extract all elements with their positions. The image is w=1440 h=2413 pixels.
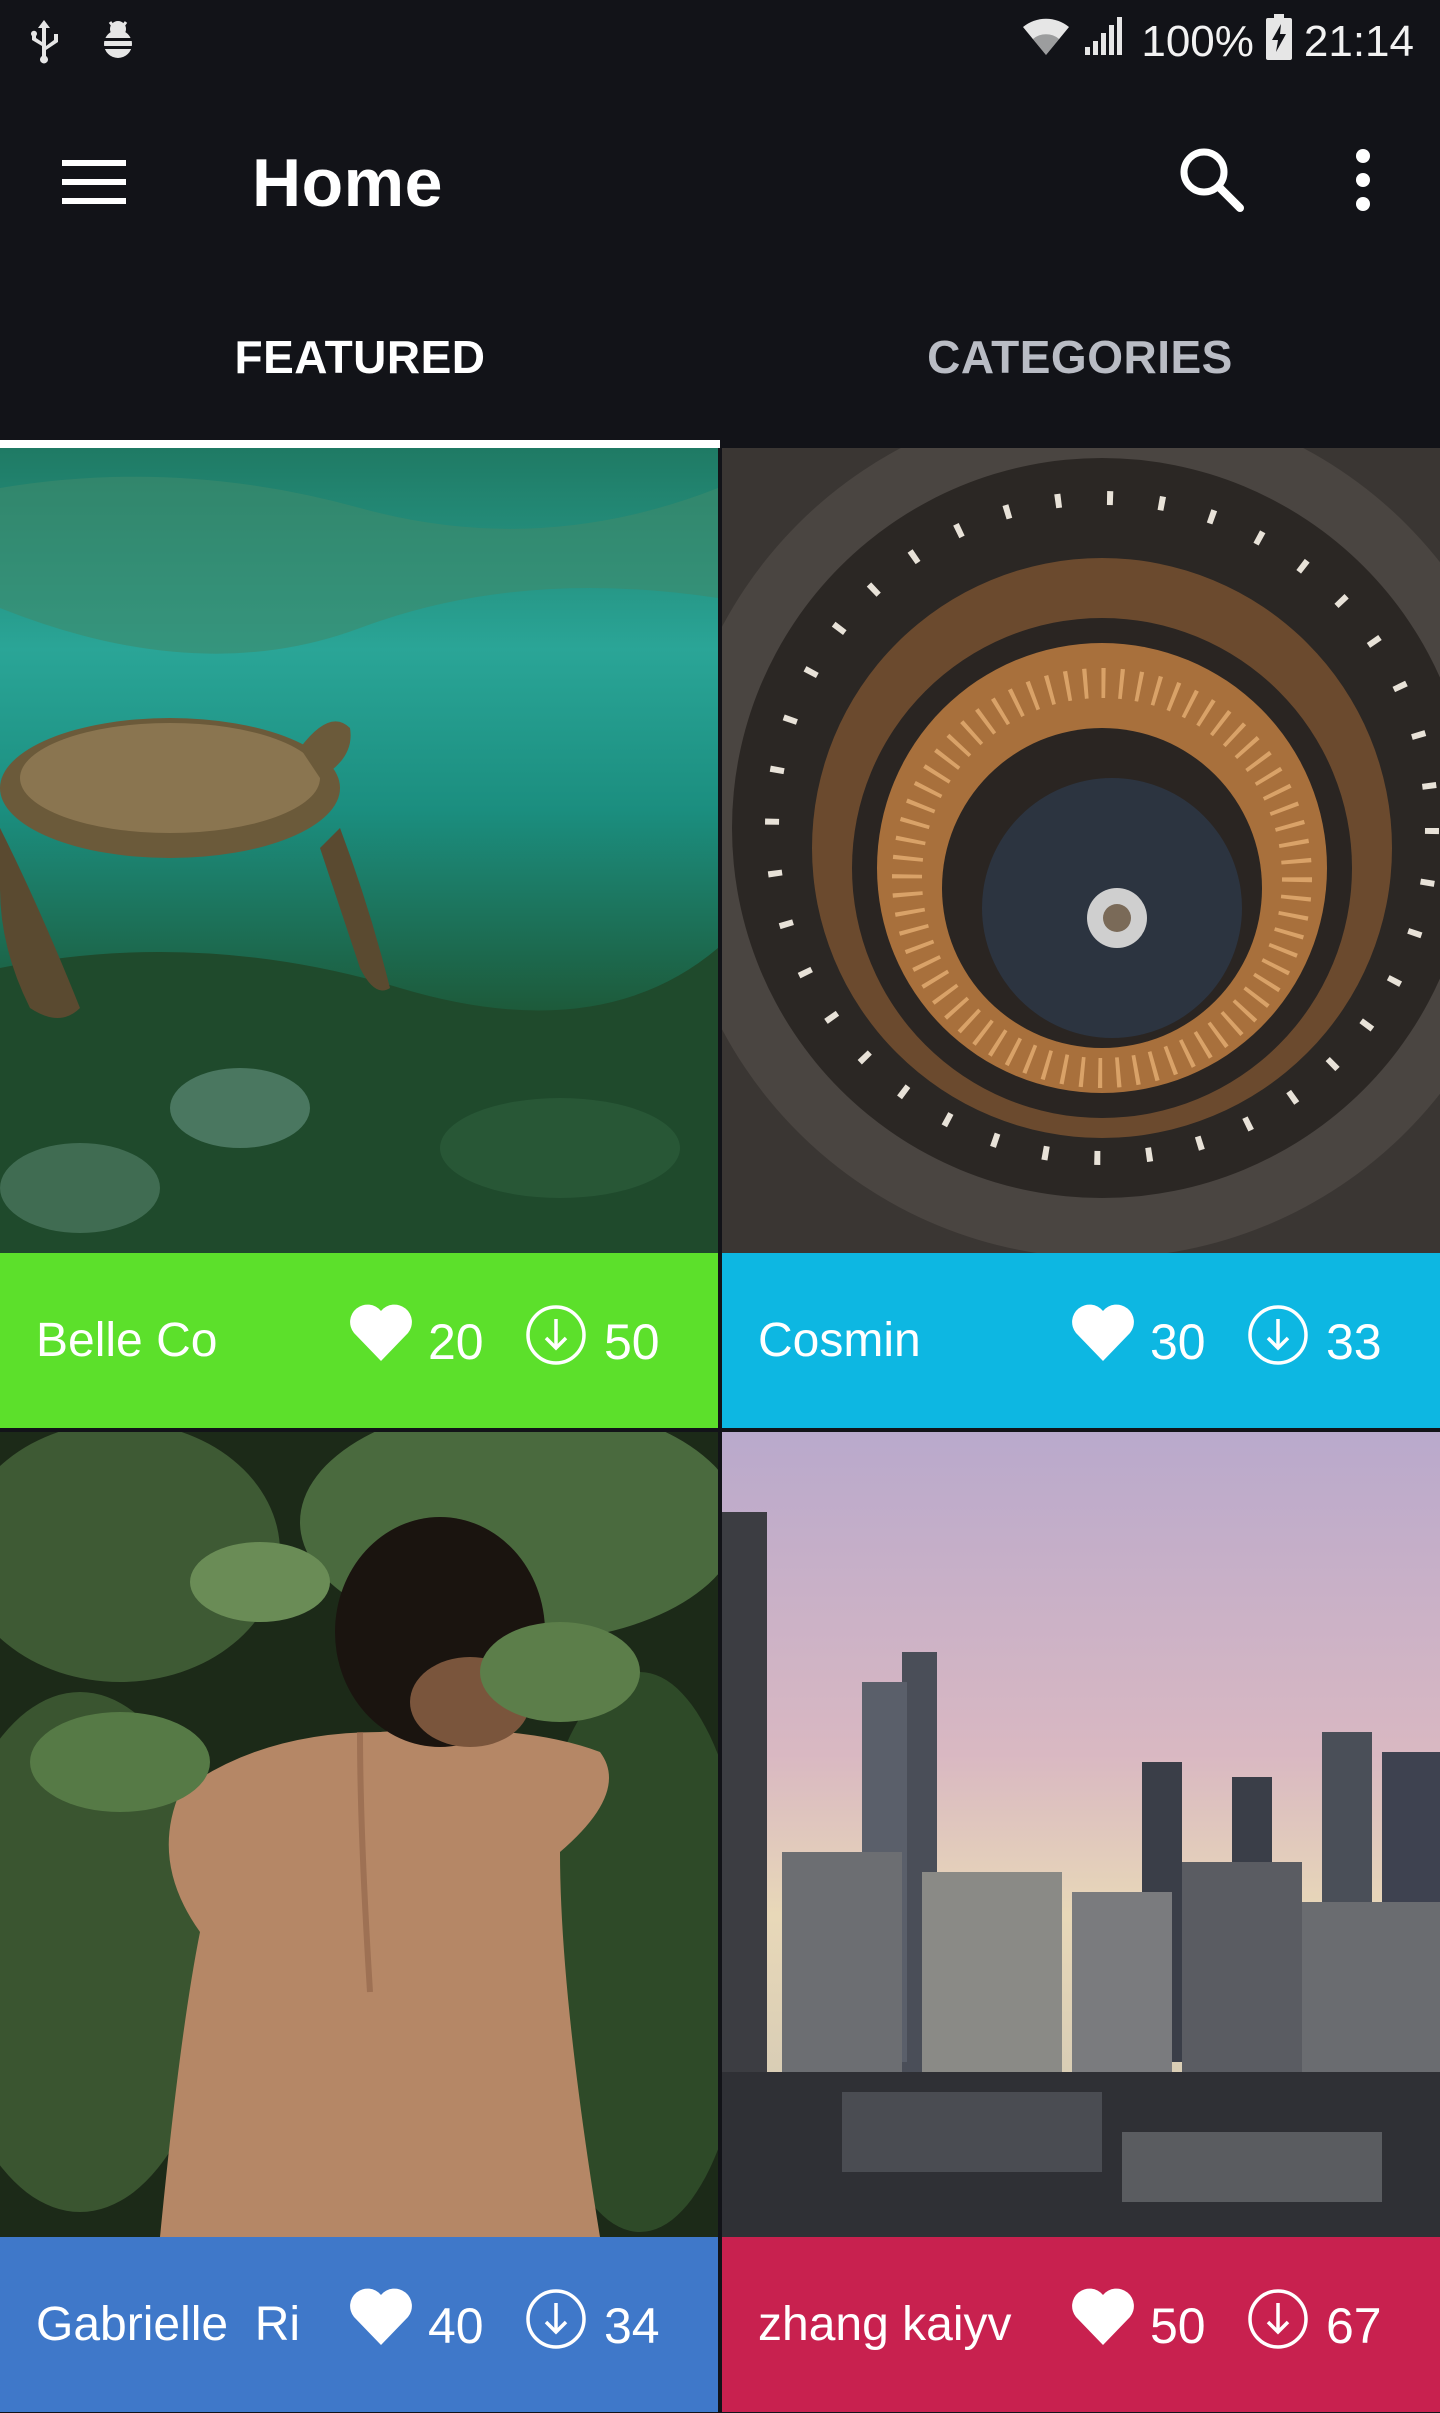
- tab-featured[interactable]: FEATURED: [0, 284, 720, 446]
- download-icon[interactable]: [524, 2287, 588, 2351]
- downloads-count: 33: [1326, 1314, 1382, 1370]
- signal-icon: [1081, 15, 1125, 70]
- downloads-count: 67: [1326, 2298, 1382, 2354]
- status-bar: 100% 21:14: [0, 0, 1440, 84]
- wallpaper-card[interactable]: Cosmin 30 33: [722, 448, 1440, 1428]
- debug-icon: [96, 18, 140, 67]
- wallpaper-card[interactable]: Gabrielle Ri 40 34: [0, 1432, 718, 2412]
- heart-icon[interactable]: [348, 2285, 414, 2347]
- usb-icon: [26, 16, 62, 69]
- card-footer: Belle Co 20 50: [0, 1253, 718, 1428]
- wallpaper-image-city: [722, 1432, 1440, 2237]
- likes-count: 50: [1150, 2298, 1206, 2354]
- download-icon[interactable]: [1246, 2287, 1310, 2351]
- download-icon[interactable]: [524, 1303, 588, 1367]
- wifi-icon: [1021, 15, 1071, 70]
- heart-icon[interactable]: [1070, 1301, 1136, 1363]
- downloads-count: 34: [604, 2298, 660, 2354]
- wallpaper-image-staircase: [722, 448, 1440, 1253]
- author-name: Cosmin: [758, 1314, 921, 1367]
- wallpaper-image-turtle: [0, 448, 718, 1253]
- likes-count: 30: [1150, 1314, 1206, 1370]
- wallpaper-image-leaves: [0, 1432, 718, 2237]
- card-footer: Gabrielle Ri 40 34: [0, 2237, 718, 2412]
- likes-count: 40: [428, 2298, 484, 2354]
- tab-bar: FEATURED CATEGORIES: [0, 284, 1440, 446]
- tab-categories[interactable]: CATEGORIES: [720, 284, 1440, 446]
- likes-count: 20: [428, 1314, 484, 1370]
- more-vert-icon[interactable]: [1330, 144, 1396, 216]
- author-name: Gabrielle Ri: [36, 2298, 301, 2351]
- search-icon[interactable]: [1176, 144, 1248, 216]
- menu-icon[interactable]: [58, 152, 130, 212]
- wallpaper-grid: Belle Co 20 50 Cosmin 30 33 Gabrielle Ri…: [0, 448, 1440, 2413]
- battery-percent: 100%: [1141, 17, 1254, 66]
- battery-charging-icon: [1264, 13, 1294, 71]
- wallpaper-card[interactable]: Belle Co 20 50: [0, 448, 718, 1428]
- heart-icon[interactable]: [1070, 2285, 1136, 2347]
- card-footer: zhang kaiyv 50 67: [722, 2237, 1440, 2412]
- app-bar: Home: [0, 84, 1440, 284]
- downloads-count: 50: [604, 1314, 660, 1370]
- clock: 21:14: [1303, 17, 1414, 66]
- card-footer: Cosmin 30 33: [722, 1253, 1440, 1428]
- author-name: zhang kaiyv: [758, 2298, 1012, 2351]
- heart-icon[interactable]: [348, 1301, 414, 1363]
- download-icon[interactable]: [1246, 1303, 1310, 1367]
- tab-indicator: [0, 440, 720, 448]
- page-title: Home: [252, 145, 443, 221]
- wallpaper-card[interactable]: zhang kaiyv 50 67: [722, 1432, 1440, 2412]
- author-name: Belle Co: [36, 1314, 218, 1367]
